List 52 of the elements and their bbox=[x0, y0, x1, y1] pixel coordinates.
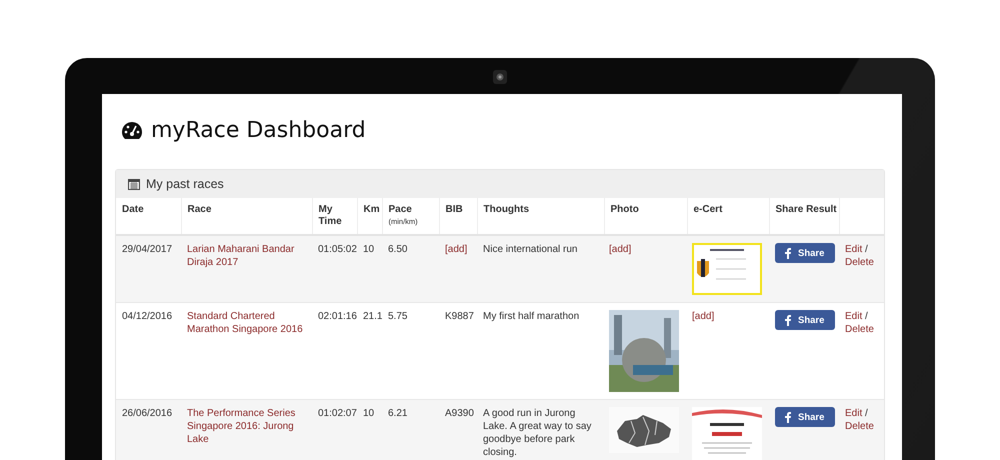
facebook-share-button[interactable]: Share bbox=[775, 243, 836, 263]
facebook-icon bbox=[785, 248, 791, 258]
delete-link[interactable]: Delete bbox=[845, 420, 874, 433]
camera-icon bbox=[493, 70, 507, 84]
facebook-icon bbox=[785, 314, 791, 326]
bib-text: K9887 bbox=[445, 311, 474, 322]
dashboard-title: myRace Dashboard bbox=[151, 118, 366, 143]
edit-link[interactable]: Edit bbox=[845, 310, 862, 323]
add-bib-link[interactable]: [add] bbox=[445, 243, 468, 256]
column-header: Pace bbox=[388, 204, 412, 215]
facebook-share-button[interactable]: Share bbox=[775, 310, 836, 330]
panel-title: My past races bbox=[146, 177, 224, 191]
time-text: 01:02:07 bbox=[318, 408, 357, 419]
date-text: 29/04/2017 bbox=[122, 244, 172, 255]
time-text: 01:05:02 bbox=[318, 244, 357, 255]
time-text: 02:01:16 bbox=[318, 311, 357, 322]
date-text: 04/12/2016 bbox=[122, 311, 172, 322]
column-header: My Time bbox=[318, 204, 342, 227]
facebook-icon bbox=[785, 412, 791, 422]
column-header: Share Result bbox=[776, 204, 837, 215]
pace-text: 6.21 bbox=[388, 408, 408, 419]
column-header: e-Cert bbox=[694, 204, 722, 215]
edit-link[interactable]: Edit bbox=[845, 243, 862, 256]
column-header: BIB bbox=[446, 204, 463, 215]
calendar-icon bbox=[128, 178, 140, 190]
pace-text: 5.75 bbox=[388, 311, 408, 322]
separator-text: / bbox=[865, 408, 868, 419]
facebook-share-button[interactable]: Share bbox=[775, 407, 836, 427]
race-link[interactable]: Standard Chartered Marathon Singapore 2016 bbox=[187, 310, 306, 336]
distance-text: 10 bbox=[363, 408, 374, 419]
bib-text: A9390 bbox=[445, 408, 474, 419]
thoughts-text: Nice international run bbox=[483, 244, 578, 255]
delete-link[interactable]: Delete bbox=[845, 256, 874, 269]
add-photo-link[interactable]: [add] bbox=[609, 243, 632, 256]
edit-link[interactable]: Edit bbox=[845, 407, 862, 420]
delete-link[interactable]: Delete bbox=[845, 323, 874, 336]
column-header: Race bbox=[188, 204, 212, 215]
pace-text: 6.50 bbox=[388, 244, 408, 255]
add-certificate-link[interactable]: [add] bbox=[692, 310, 714, 323]
distance-text: 21.1 bbox=[363, 311, 382, 322]
date-text: 26/06/2016 bbox=[122, 408, 172, 419]
dashboard-gauge-icon bbox=[121, 120, 143, 140]
thoughts-text: My first half marathon bbox=[483, 311, 580, 322]
column-header: Photo bbox=[610, 204, 639, 215]
thoughts-text: A good run in Jurong Lake. A great way to say goodbye before park closing. bbox=[483, 408, 592, 458]
column-header: Km bbox=[364, 204, 380, 215]
separator-text: / bbox=[865, 244, 868, 255]
separator-text: / bbox=[865, 311, 868, 322]
distance-text: 10 bbox=[363, 244, 374, 255]
certificate-thumbnail bbox=[692, 243, 762, 295]
column-header: Date bbox=[122, 204, 144, 215]
column-header: Thoughts bbox=[484, 204, 530, 215]
